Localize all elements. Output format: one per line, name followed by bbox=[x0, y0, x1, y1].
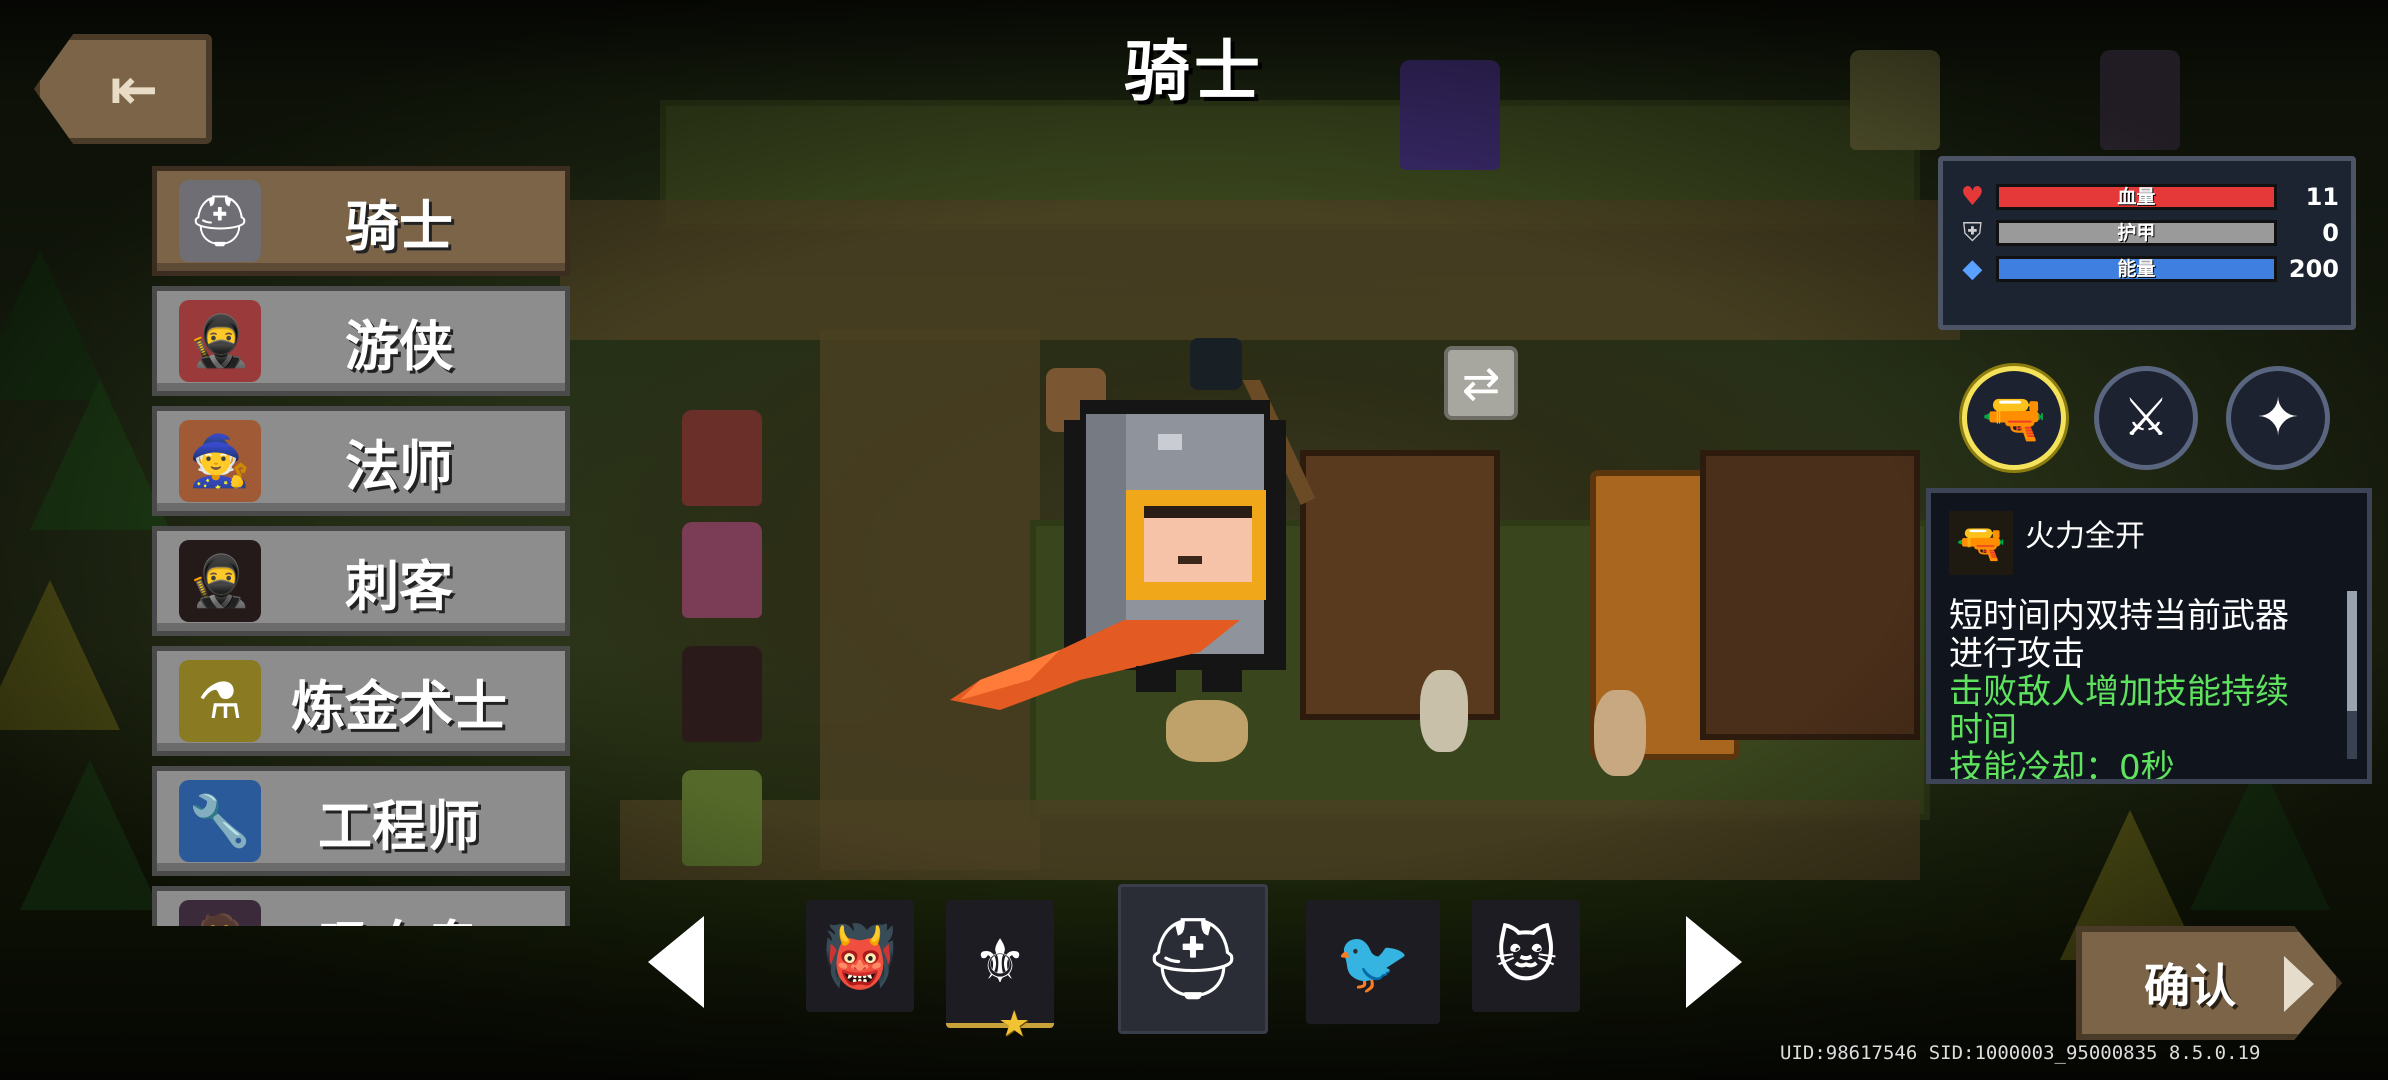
stat-energy: ◆ 能量 200 bbox=[1955, 251, 2339, 287]
confirm-button[interactable]: 确认 bbox=[2076, 926, 2342, 1040]
skin-default-knight[interactable]: ⛑ bbox=[1118, 884, 1268, 1034]
skill-slot-2[interactable]: ⚔ bbox=[2094, 366, 2198, 470]
crossed-swords-skill-icon: ⚔ bbox=[2122, 388, 2170, 448]
skin-pigeon-knight[interactable]: 🐦 bbox=[1306, 900, 1440, 1024]
skin-demon-knight[interactable]: 👹 bbox=[806, 900, 914, 1012]
class-item-rogue[interactable]: 🥷 游侠 bbox=[152, 286, 570, 396]
build-info: UID:98617546 SID:1000003_95000835 8.5.0.… bbox=[1780, 1042, 2261, 1064]
hp-value: 11 bbox=[2305, 183, 2339, 211]
page-title: 骑士 bbox=[1124, 33, 1264, 110]
class-label: 游侠 bbox=[345, 314, 453, 378]
class-label: 工程师 bbox=[318, 794, 480, 858]
class-label: 刺客 bbox=[345, 554, 453, 618]
swap-arrows-icon: ⇄ bbox=[1461, 356, 1501, 410]
wizard-avatar-icon: 🧙 bbox=[179, 420, 261, 502]
star-icon: ★ bbox=[998, 1004, 1031, 1045]
swap-skin-button[interactable]: ⇄ bbox=[1444, 346, 1518, 420]
knight-avatar-icon: ⛑ bbox=[179, 180, 261, 262]
vampire-avatar-icon: 🧛 bbox=[179, 900, 261, 926]
class-label: 骑士 bbox=[345, 194, 453, 258]
energy-value: 200 bbox=[2288, 255, 2339, 283]
class-label: 法师 bbox=[345, 434, 453, 498]
multi-color-skill-icon: ✦ bbox=[2256, 388, 2300, 448]
confirm-label: 确认 bbox=[2144, 959, 2236, 1013]
armor-bar: 护甲 bbox=[1995, 220, 2277, 246]
hp-label: 血量 bbox=[2117, 186, 2156, 208]
default-knight-skin-icon: ⛑ bbox=[1142, 912, 1244, 1005]
hp-bar: 血量 bbox=[1995, 184, 2277, 210]
visor-slit bbox=[1144, 506, 1252, 518]
skill-slot-dual-wield[interactable]: 🔫 bbox=[1962, 366, 2066, 470]
skill-panel-scrollbar[interactable] bbox=[2347, 591, 2357, 759]
skill-header: 🔫 火力全开 bbox=[1949, 507, 2351, 579]
stats-panel: ♥ 血量 11 ⛨ 护甲 0 ◆ 能量 200 bbox=[1938, 156, 2356, 330]
alchemist-avatar-icon: ⚗ bbox=[179, 660, 261, 742]
skill-slot-3[interactable]: ✦ bbox=[2226, 366, 2330, 470]
dual-wield-skill-icon: 🔫 bbox=[1981, 388, 2047, 449]
energy-crystal-icon: ◆ bbox=[1962, 254, 1983, 284]
dual-wield-skill-icon: 🔫 bbox=[1949, 511, 2013, 575]
pigeon-knight-skin-icon: 🐦 bbox=[1335, 927, 1411, 998]
prev-skin-arrow-icon[interactable] bbox=[648, 916, 704, 1008]
class-list[interactable]: ⛑ 骑士 🥷 游侠 🧙 法师 🥷 刺客 ⚗ 炼金术士 🔧 工程师 🧛 吸血鬼 bbox=[152, 166, 570, 926]
class-item-alchemist[interactable]: ⚗ 炼金术士 bbox=[152, 646, 570, 756]
skill-cooldown-text: 技能冷却：0秒 bbox=[1949, 748, 2175, 784]
shield-icon: ⛨ bbox=[1962, 217, 1983, 248]
assassin-avatar-icon: 🥷 bbox=[179, 540, 261, 622]
helmet-shade bbox=[1086, 414, 1126, 654]
skill-detail-panel[interactable]: 🔫 火力全开 短时间内双持当前武器进行攻击 击败敌人增加技能持续时间 技能冷却：… bbox=[1926, 488, 2372, 784]
skill-description: 短时间内双持当前武器进行攻击 击败敌人增加技能持续时间 技能冷却：0秒 bbox=[1949, 596, 2319, 784]
helmet-shine bbox=[1158, 434, 1182, 450]
next-skin-arrow-icon[interactable] bbox=[1686, 916, 1742, 1008]
energy-bar: 能量 bbox=[1995, 256, 2277, 282]
class-label: 吸血鬼 bbox=[261, 902, 565, 927]
class-label: 炼金术士 bbox=[291, 674, 507, 738]
class-item-vampire[interactable]: 🧛 吸血鬼 bbox=[152, 886, 570, 926]
armor-label: 护甲 bbox=[2117, 222, 2156, 244]
class-item-assassin[interactable]: 🥷 刺客 bbox=[152, 526, 570, 636]
cat-knight-skin-icon: 🐱 bbox=[1494, 921, 1558, 991]
class-item-knight[interactable]: ⛑ 骑士 bbox=[152, 166, 570, 276]
skill-name: 火力全开 bbox=[2025, 519, 2145, 554]
mouth bbox=[1178, 556, 1202, 564]
class-item-wizard[interactable]: 🧙 法师 bbox=[152, 406, 570, 516]
class-item-engineer[interactable]: 🔧 工程师 bbox=[152, 766, 570, 876]
skill-effect-text: 短时间内双持当前武器进行攻击 bbox=[1949, 596, 2289, 674]
foot bbox=[1136, 666, 1176, 692]
stat-hp: ♥ 血量 11 bbox=[1955, 179, 2339, 215]
heart-icon: ♥ bbox=[1960, 182, 1985, 212]
skill-bonus-text: 击败敌人增加技能持续时间 bbox=[1949, 672, 2289, 750]
skin-cat-knight[interactable]: 🐱 bbox=[1472, 900, 1580, 1012]
stat-armor: ⛨ 护甲 0 bbox=[1955, 215, 2339, 251]
engineer-avatar-icon: 🔧 bbox=[179, 780, 261, 862]
chevron-right-icon bbox=[2284, 956, 2314, 1012]
rogue-avatar-icon: 🥷 bbox=[179, 300, 261, 382]
armor-value: 0 bbox=[2322, 219, 2339, 247]
red-plume-knight-skin-icon: ⚜ bbox=[973, 926, 1027, 997]
demon-knight-skin-icon: 👹 bbox=[822, 921, 898, 992]
foot bbox=[1202, 666, 1242, 692]
energy-label: 能量 bbox=[2117, 258, 2156, 280]
knight-hero-sprite bbox=[950, 380, 1316, 710]
